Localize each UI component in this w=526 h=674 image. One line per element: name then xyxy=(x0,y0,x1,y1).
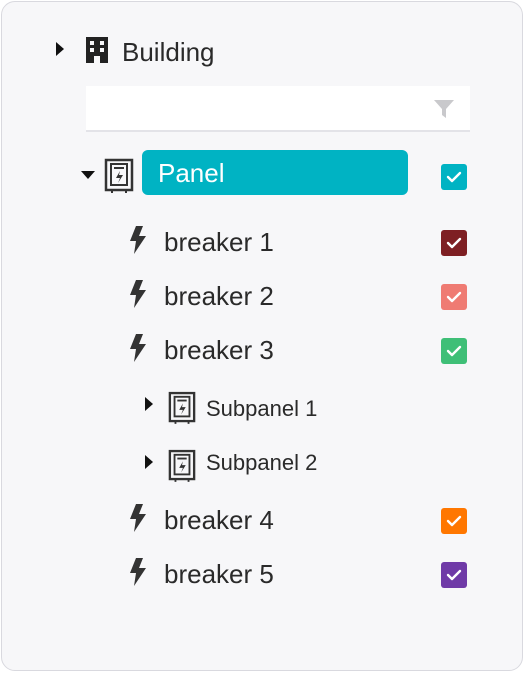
filter-box xyxy=(86,86,470,132)
tree-item-subpanel-1-label[interactable]: Subpanel 1 xyxy=(206,398,317,420)
lightning-bolt-icon xyxy=(130,226,146,254)
tree-item-breaker-2-label[interactable]: breaker 2 xyxy=(164,283,274,309)
expand-subpanel-1-caret-icon[interactable] xyxy=(145,397,153,411)
lightning-bolt-icon xyxy=(130,558,146,586)
breaker-3-color-checkbox[interactable] xyxy=(441,338,467,364)
lightning-bolt-icon xyxy=(130,280,146,308)
panel-color-checkbox[interactable] xyxy=(441,164,467,190)
breaker-5-color-checkbox[interactable] xyxy=(441,562,467,588)
breaker-1-color-checkbox[interactable] xyxy=(441,230,467,256)
check-icon xyxy=(446,171,462,183)
tree-item-breaker-1-label[interactable]: breaker 1 xyxy=(164,229,274,255)
collapse-panel-caret-icon[interactable] xyxy=(81,171,95,179)
tree-item-breaker-3-label[interactable]: breaker 3 xyxy=(164,337,274,363)
tree-item-panel[interactable]: Panel xyxy=(142,150,408,195)
filter-input[interactable] xyxy=(86,86,436,126)
tree-item-breaker-5-label[interactable]: breaker 5 xyxy=(164,561,274,587)
lightning-bolt-icon xyxy=(130,334,146,362)
check-icon xyxy=(446,237,462,249)
tree-item-panel-label: Panel xyxy=(158,158,225,188)
tree-item-breaker-4-label[interactable]: breaker 4 xyxy=(164,507,274,533)
check-icon xyxy=(446,291,462,303)
check-icon xyxy=(446,345,462,357)
check-icon xyxy=(446,515,462,527)
expand-building-caret-icon[interactable] xyxy=(56,42,64,56)
building-icon xyxy=(86,37,108,63)
breaker-2-color-checkbox[interactable] xyxy=(441,284,467,310)
electrical-panel-icon xyxy=(104,158,134,193)
filter-icon[interactable] xyxy=(433,98,455,120)
breaker-4-color-checkbox[interactable] xyxy=(441,508,467,534)
electrical-panel-icon xyxy=(168,391,196,424)
tree-item-subpanel-2-label[interactable]: Subpanel 2 xyxy=(206,452,317,474)
tree-item-building-label[interactable]: Building xyxy=(122,39,215,65)
lightning-bolt-icon xyxy=(130,504,146,532)
expand-subpanel-2-caret-icon[interactable] xyxy=(145,455,153,469)
electrical-panel-icon xyxy=(168,449,196,482)
check-icon xyxy=(446,569,462,581)
